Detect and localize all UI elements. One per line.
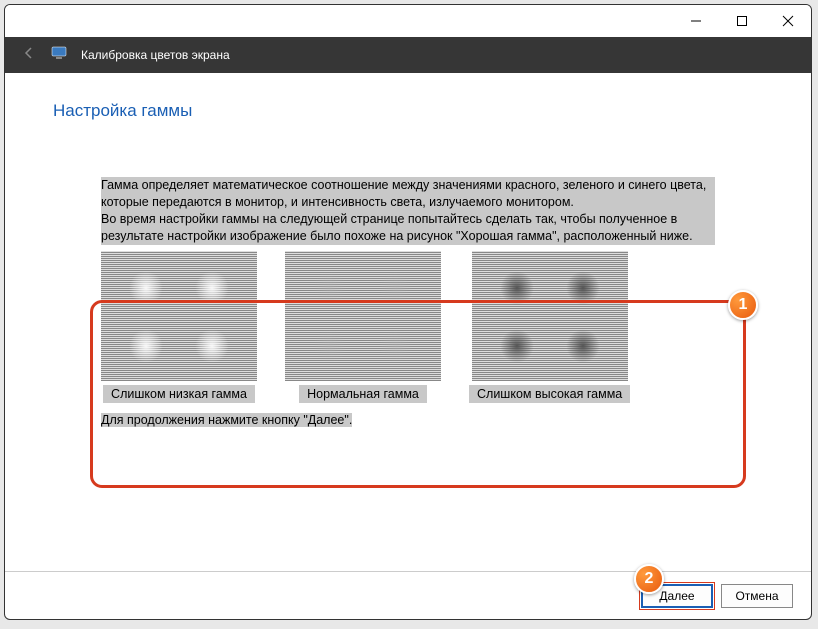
titlebar: [5, 5, 811, 37]
subheader-title: Калибровка цветов экрана: [81, 48, 230, 62]
body-block: Гамма определяет математическое соотноше…: [101, 177, 715, 403]
gamma-image-low: [101, 251, 257, 381]
annotation-badge-1: 1: [728, 290, 758, 320]
gamma-examples-row: Слишком низкая гамма Нормальная гамма Сл…: [101, 251, 715, 403]
back-icon[interactable]: [21, 45, 37, 66]
continue-text: Для продолжения нажмите кнопку "Далее".: [101, 413, 352, 427]
gamma-example-low: Слишком низкая гамма: [101, 251, 257, 403]
intro-paragraph-1: Гамма определяет математическое соотноше…: [101, 177, 715, 211]
maximize-button[interactable]: [719, 5, 765, 37]
close-button[interactable]: [765, 5, 811, 37]
monitor-icon: [51, 46, 67, 65]
subheader: Калибровка цветов экрана: [5, 37, 811, 73]
calibration-window: Калибровка цветов экрана Настройка гаммы…: [4, 4, 812, 620]
gamma-example-normal: Нормальная гамма: [285, 251, 441, 403]
minimize-button[interactable]: [673, 5, 719, 37]
gamma-label-normal: Нормальная гамма: [299, 385, 427, 403]
footer: Далее Отмена: [5, 571, 811, 619]
content-area: Настройка гаммы Гамма определяет математ…: [5, 73, 811, 571]
gamma-label-high: Слишком высокая гамма: [469, 385, 630, 403]
gamma-label-low: Слишком низкая гамма: [103, 385, 255, 403]
gamma-image-normal: [285, 251, 441, 381]
annotation-badge-2: 2: [634, 564, 664, 594]
page-title: Настройка гаммы: [53, 101, 763, 121]
gamma-example-high: Слишком высокая гамма: [469, 251, 630, 403]
intro-paragraph-2: Во время настройки гаммы на следующей ст…: [101, 211, 715, 245]
gamma-image-high: [472, 251, 628, 381]
cancel-button[interactable]: Отмена: [721, 584, 793, 608]
